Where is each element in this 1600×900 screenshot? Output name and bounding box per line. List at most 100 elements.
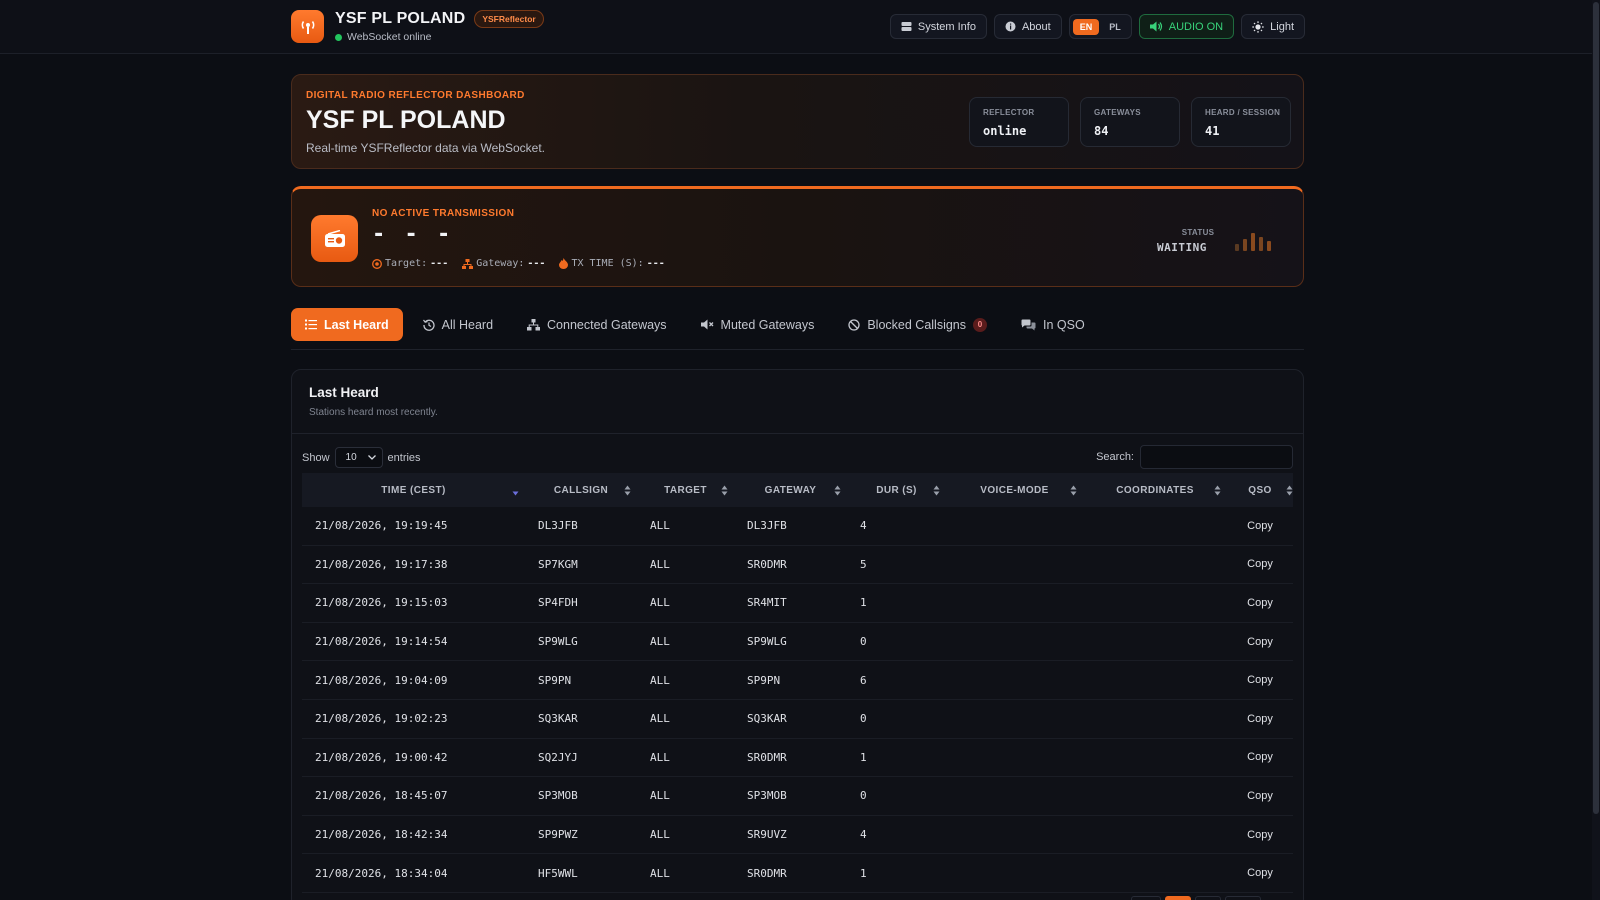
column-header-label: QSO: [1248, 484, 1272, 496]
tab-blocked-callsigns[interactable]: Blocked Callsigns 0: [834, 308, 1001, 341]
radio-icon: [311, 215, 358, 262]
entries-control: Show 10 entries: [302, 447, 421, 468]
gateway-label: Gateway:: [476, 258, 525, 269]
txtime-label: TX TIME (S):: [571, 258, 644, 269]
tab-muted-gateways[interactable]: Muted Gateways: [687, 308, 829, 341]
cell-gateway: SQ3KAR: [747, 712, 787, 726]
tab-label: All Heard: [441, 317, 494, 332]
tab-connected-gateways[interactable]: Connected Gateways: [513, 308, 681, 341]
stat-value: online: [983, 124, 1027, 138]
column-header-coordinates[interactable]: COORDINATES: [1083, 473, 1227, 507]
stat-label: GATEWAYS: [1094, 108, 1141, 117]
flame-icon: [559, 258, 569, 269]
table-row[interactable]: 21/08/2026, 19:17:38 SP7KGM ALL SR0DMR 5…: [302, 546, 1293, 585]
table-row[interactable]: 21/08/2026, 19:04:09 SP9PN ALL SP9PN 6 C…: [302, 661, 1293, 700]
cell-gateway: SR0DMR: [747, 866, 787, 880]
copy-qso-button[interactable]: Copy: [1227, 597, 1293, 609]
last-heard-card: Last Heard Stations heard most recently.…: [291, 369, 1304, 900]
antenna-icon: [291, 10, 324, 43]
copy-qso-button[interactable]: Copy: [1227, 790, 1293, 802]
active-transmission-card: NO ACTIVE TRANSMISSION - - - Target: ---…: [291, 186, 1304, 287]
table-row[interactable]: 21/08/2026, 19:19:45 DL3JFB ALL DL3JFB 4…: [302, 507, 1293, 546]
cell-duration: 4: [860, 828, 867, 842]
copy-qso-button[interactable]: Copy: [1227, 520, 1293, 532]
sort-icon: [721, 485, 728, 496]
stat-label: HEARD / SESSION: [1205, 108, 1281, 117]
lang-pl-button[interactable]: PL: [1102, 19, 1128, 35]
cell-callsign: DL3JFB: [538, 519, 578, 533]
brand[interactable]: YSF PL POLAND YSFReflector WebSocket onl…: [291, 10, 544, 43]
tab-in-qso[interactable]: In QSO: [1007, 308, 1099, 341]
cell-gateway: SP9PN: [747, 673, 781, 687]
column-header-label: TIME (CEST): [381, 484, 446, 496]
copy-qso-button[interactable]: Copy: [1227, 751, 1293, 763]
status-value: WAITING: [1157, 241, 1207, 254]
copy-qso-button[interactable]: Copy: [1227, 713, 1293, 725]
table-row[interactable]: 21/08/2026, 19:14:54 SP9WLG ALL SP9WLG 0…: [302, 623, 1293, 662]
about-label: About: [1021, 20, 1051, 33]
audio-toggle-button[interactable]: AUDIO ON: [1138, 14, 1235, 39]
table-row[interactable]: 21/08/2026, 19:00:42 SQ2JYJ ALL SR0DMR 1…: [302, 739, 1293, 778]
pagination-next-button[interactable]: [1225, 896, 1261, 900]
copy-qso-button[interactable]: Copy: [1227, 558, 1293, 570]
cell-duration: 1: [860, 866, 867, 880]
entries-select[interactable]: 10: [334, 447, 383, 468]
entries-select-value: 10: [345, 452, 357, 463]
search-input[interactable]: [1140, 445, 1293, 469]
copy-qso-button[interactable]: Copy: [1227, 867, 1293, 879]
table-row[interactable]: 21/08/2026, 18:34:04 HF5WWL ALL SR0DMR 1…: [302, 854, 1293, 893]
txtime-value: ---: [646, 258, 665, 269]
column-header-time[interactable]: TIME (CEST): [302, 473, 525, 507]
cell-callsign: SP7KGM: [538, 557, 578, 571]
cell-gateway: DL3JFB: [747, 519, 787, 533]
sort-desc-icon: [512, 491, 519, 496]
column-header-label: CALLSIGN: [553, 484, 609, 496]
tab-label: In QSO: [1043, 317, 1085, 332]
info-icon: [1005, 21, 1016, 32]
stat-heard-session: HEARD / SESSION 41: [1191, 97, 1291, 147]
cell-time: 21/08/2026, 18:42:34: [315, 828, 448, 842]
copy-qso-button[interactable]: Copy: [1227, 636, 1293, 648]
pagination-previous-button[interactable]: [1131, 896, 1161, 900]
pagination-current-page[interactable]: [1165, 896, 1191, 900]
gateway-detail: Gateway: ---: [462, 258, 545, 269]
table-row[interactable]: 21/08/2026, 18:45:07 SP3MOB ALL SP3MOB 0…: [302, 777, 1293, 816]
target-detail: Target: ---: [372, 258, 448, 269]
system-info-label: System Info: [917, 20, 976, 33]
column-header-label: GATEWAY: [764, 484, 817, 496]
table-row[interactable]: 21/08/2026, 19:02:23 SQ3KAR ALL SQ3KAR 0…: [302, 700, 1293, 739]
column-header-voice-mode[interactable]: VOICE-MODE: [946, 473, 1083, 507]
top-bar: YSF PL POLAND YSFReflector WebSocket onl…: [0, 0, 1600, 54]
app-type-badge: YSFReflector: [474, 10, 544, 28]
cell-target: ALL: [650, 866, 670, 880]
stat-reflector: REFLECTOR online: [969, 97, 1069, 147]
transmission-details: Target: --- Gateway: --- TX TIME (S): --…: [372, 258, 665, 269]
table-row[interactable]: 21/08/2026, 19:15:03 SP4FDH ALL SR4MIT 1…: [302, 584, 1293, 623]
scrollbar-thumb[interactable]: [1593, 2, 1599, 814]
sort-icon: [1214, 485, 1221, 496]
tab-last-heard[interactable]: Last Heard: [291, 308, 403, 341]
lang-en-button[interactable]: EN: [1072, 18, 1100, 35]
copy-qso-button[interactable]: Copy: [1227, 674, 1293, 686]
system-info-button[interactable]: System Info: [889, 14, 987, 39]
about-button[interactable]: About: [993, 14, 1062, 39]
gateway-value: ---: [527, 258, 546, 269]
pagination-page-button[interactable]: [1195, 896, 1221, 900]
theme-toggle-button[interactable]: Light: [1241, 14, 1305, 39]
app-title: YSF PL POLAND: [335, 10, 466, 27]
show-label: Show: [302, 451, 330, 464]
column-header-callsign[interactable]: CALLSIGN: [525, 473, 637, 507]
card-header: Last Heard Stations heard most recently.: [292, 370, 1303, 434]
column-header-gateway[interactable]: GATEWAY: [734, 473, 847, 507]
cell-target: ALL: [650, 712, 670, 726]
tab-all-heard[interactable]: All Heard: [409, 308, 507, 341]
cell-gateway: SP9WLG: [747, 635, 787, 649]
column-header-target[interactable]: TARGET: [637, 473, 734, 507]
table-row[interactable]: 21/08/2026, 18:42:34 SP9PWZ ALL SR9UVZ 4…: [302, 816, 1293, 855]
copy-qso-button[interactable]: Copy: [1227, 829, 1293, 841]
column-header-qso[interactable]: QSO: [1227, 473, 1293, 507]
history-icon: [422, 319, 435, 331]
column-header-duration[interactable]: DUR (S): [847, 473, 946, 507]
stat-gateways: GATEWAYS 84: [1080, 97, 1180, 147]
page-scrollbar[interactable]: [1592, 0, 1600, 900]
